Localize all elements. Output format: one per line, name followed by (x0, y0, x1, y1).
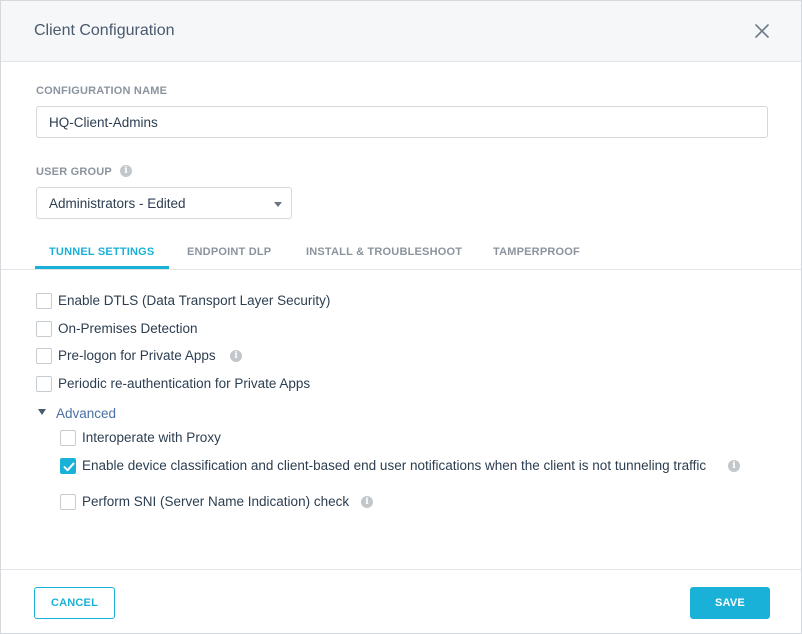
option-label: Perform SNI (Server Name Indication) che… (82, 494, 350, 509)
checkbox[interactable] (36, 293, 52, 309)
info-icon[interactable]: i (361, 496, 373, 508)
caret-down-icon (38, 409, 46, 415)
tab-bar: TUNNEL SETTINGS ENDPOINT DLP INSTALL & T… (1, 237, 801, 270)
close-icon[interactable] (752, 21, 772, 41)
cancel-button[interactable]: CANCEL (34, 587, 115, 619)
option-label: Interoperate with Proxy (82, 430, 221, 445)
tab-tamperproof[interactable]: TAMPERPROOF (493, 246, 580, 258)
option-label: Enable DTLS (Data Transport Layer Securi… (58, 293, 331, 308)
tab-tunnel-settings[interactable]: TUNNEL SETTINGS (49, 246, 154, 258)
info-icon[interactable]: i (120, 165, 132, 177)
checkbox[interactable] (36, 348, 52, 364)
user-group-label: USER GROUP (36, 166, 112, 178)
user-group-select[interactable]: Administrators - Edited (36, 187, 292, 219)
info-icon[interactable]: i (728, 460, 740, 472)
user-group-selected-value: Administrators - Edited (49, 196, 186, 211)
option-label: Enable device classification and client-… (82, 458, 707, 473)
checkbox[interactable] (60, 430, 76, 446)
tab-install-troubleshoot[interactable]: INSTALL & TROUBLESHOOT (306, 246, 462, 258)
dialog-footer: CANCEL SAVE (1, 569, 801, 633)
dialog-title: Client Configuration (34, 22, 175, 39)
dialog-header: Client Configuration (1, 1, 801, 62)
chevron-down-icon (274, 202, 282, 207)
option-label: Pre-logon for Private Apps (58, 348, 216, 363)
option-label: Periodic re-authentication for Private A… (58, 376, 311, 391)
active-tab-indicator (35, 266, 169, 269)
checkbox[interactable] (60, 494, 76, 510)
configuration-name-label: CONFIGURATION NAME (36, 85, 168, 97)
advanced-label: Advanced (56, 406, 117, 421)
option-label: On-Premises Detection (58, 321, 198, 336)
checkbox[interactable] (36, 376, 52, 392)
checkbox[interactable] (36, 321, 52, 337)
save-button[interactable]: SAVE (690, 587, 770, 619)
client-configuration-dialog: Client Configuration CONFIGURATION NAME … (0, 0, 802, 634)
checkmark-icon (63, 462, 75, 472)
configuration-name-input[interactable] (36, 106, 768, 138)
checkbox-checked[interactable] (60, 458, 76, 474)
info-icon[interactable]: i (230, 350, 242, 362)
tab-endpoint-dlp[interactable]: ENDPOINT DLP (187, 246, 271, 258)
